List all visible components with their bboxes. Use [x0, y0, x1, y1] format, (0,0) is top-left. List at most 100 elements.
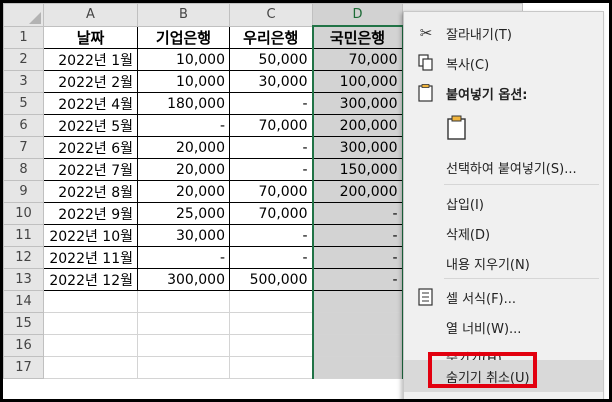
- row-header[interactable]: 7: [3, 136, 44, 159]
- cell[interactable]: [137, 334, 230, 357]
- cell-woori[interactable]: 50,000: [229, 48, 313, 71]
- cell-ibk[interactable]: 20,000: [137, 158, 230, 181]
- menu-item-copy[interactable]: 복사(C): [404, 48, 603, 78]
- cell[interactable]: [43, 290, 138, 313]
- row-header[interactable]: 12: [3, 246, 44, 269]
- menu-item-insert[interactable]: 삽입(I): [404, 188, 603, 218]
- column-header-c[interactable]: C: [229, 3, 313, 27]
- header-cell-woori[interactable]: 우리은행: [229, 25, 313, 49]
- menu-label-insert: 삽입(I): [446, 197, 484, 213]
- cell-date[interactable]: 2022년 5월: [43, 114, 138, 137]
- cell-kookmin[interactable]: 150,000: [311, 158, 404, 181]
- cell[interactable]: [311, 356, 404, 379]
- cell-woori[interactable]: 500,000: [229, 268, 313, 291]
- cell[interactable]: [311, 334, 404, 357]
- cell-ibk[interactable]: -: [137, 114, 230, 137]
- cell[interactable]: [311, 290, 404, 313]
- select-all-corner[interactable]: [3, 3, 44, 27]
- cell[interactable]: [43, 312, 138, 335]
- cell-kookmin[interactable]: 300,000: [311, 136, 404, 159]
- cell-ibk[interactable]: 30,000: [137, 224, 230, 247]
- menu-separator: [444, 184, 599, 185]
- cell-date[interactable]: 2022년 7월: [43, 158, 138, 181]
- cell-ibk[interactable]: 10,000: [137, 70, 230, 93]
- column-header-a[interactable]: A: [43, 3, 138, 27]
- cell[interactable]: [137, 312, 230, 335]
- menu-item-cut[interactable]: ✂ 잘라내기(T): [404, 18, 603, 48]
- cell-kookmin[interactable]: 200,000: [311, 114, 404, 137]
- row-header[interactable]: 16: [3, 334, 44, 357]
- cell-kookmin[interactable]: 300,000: [311, 92, 404, 115]
- row-header[interactable]: 5: [3, 92, 44, 115]
- row-header[interactable]: 11: [3, 224, 44, 247]
- row-header[interactable]: 9: [3, 180, 44, 203]
- menu-label-paste-options: 붙여넣기 옵션:: [446, 87, 528, 103]
- cell-woori[interactable]: -: [229, 224, 313, 247]
- cell-kookmin[interactable]: 200,000: [311, 180, 404, 203]
- cell-kookmin[interactable]: 100,000: [311, 70, 404, 93]
- menu-item-paste-special[interactable]: 선택하여 붙여넣기(S)...: [404, 152, 603, 182]
- header-cell-date[interactable]: 날짜: [43, 25, 138, 49]
- cell-date[interactable]: 2022년 1월: [43, 48, 138, 71]
- header-cell-kookmin[interactable]: 국민은행: [311, 25, 404, 49]
- context-menu: ✂ 잘라내기(T) 복사(C) 붙여넣기 옵션: 선택하여 붙여넣기(S)...…: [403, 11, 604, 399]
- row-header[interactable]: 14: [3, 290, 44, 313]
- cell[interactable]: [137, 290, 230, 313]
- cell-woori[interactable]: -: [229, 246, 313, 269]
- menu-label-column-width: 열 너비(W)...: [446, 321, 522, 337]
- menu-item-clear-contents[interactable]: 내용 지우기(N): [404, 248, 603, 278]
- cell-woori[interactable]: 70,000: [229, 180, 313, 203]
- cell[interactable]: [311, 312, 404, 335]
- cell[interactable]: [43, 356, 138, 379]
- cell-woori[interactable]: 30,000: [229, 70, 313, 93]
- cell-date[interactable]: 2022년 12월: [43, 268, 138, 291]
- menu-item-paste-options: 붙여넣기 옵션:: [404, 78, 603, 108]
- cell-date[interactable]: 2022년 10월: [43, 224, 138, 247]
- row-header[interactable]: 15: [3, 312, 44, 335]
- row-header[interactable]: 6: [3, 114, 44, 137]
- cell-ibk[interactable]: 180,000: [137, 92, 230, 115]
- row-header[interactable]: 2: [3, 48, 44, 71]
- column-header-b[interactable]: B: [137, 3, 230, 27]
- cell[interactable]: [137, 356, 230, 379]
- row-header[interactable]: 17: [3, 356, 44, 379]
- row-header[interactable]: 10: [3, 202, 44, 225]
- menu-item-column-width[interactable]: 열 너비(W)...: [404, 312, 603, 342]
- menu-item-format-cells[interactable]: 셀 서식(F)...: [404, 282, 603, 312]
- row-header[interactable]: 13: [3, 268, 44, 291]
- cell-woori[interactable]: -: [229, 136, 313, 159]
- cell-ibk[interactable]: 10,000: [137, 48, 230, 71]
- cell-date[interactable]: 2022년 9월: [43, 202, 138, 225]
- paste-option-button[interactable]: [404, 110, 603, 146]
- cell-date[interactable]: 2022년 6월: [43, 136, 138, 159]
- cell-date[interactable]: 2022년 4월: [43, 92, 138, 115]
- cell-woori[interactable]: 70,000: [229, 114, 313, 137]
- cell-ibk[interactable]: 20,000: [137, 136, 230, 159]
- cell-date[interactable]: 2022년 2월: [43, 70, 138, 93]
- cell-kookmin[interactable]: -: [311, 246, 404, 269]
- row-header[interactable]: 3: [3, 70, 44, 93]
- cell-kookmin[interactable]: -: [311, 224, 404, 247]
- cell-kookmin[interactable]: 70,000: [311, 48, 404, 71]
- cell-ibk[interactable]: 25,000: [137, 202, 230, 225]
- cell-woori[interactable]: -: [229, 158, 313, 181]
- cell[interactable]: [229, 334, 313, 357]
- cell[interactable]: [229, 356, 313, 379]
- cell-date[interactable]: 2022년 8월: [43, 180, 138, 203]
- cell-woori[interactable]: -: [229, 92, 313, 115]
- cell[interactable]: [229, 290, 313, 313]
- cell-kookmin[interactable]: -: [311, 268, 404, 291]
- column-header-d[interactable]: D: [312, 3, 403, 27]
- row-header[interactable]: 8: [3, 158, 44, 181]
- cell-date[interactable]: 2022년 11월: [43, 246, 138, 269]
- cell-ibk[interactable]: -: [137, 246, 230, 269]
- menu-item-delete[interactable]: 삭제(D): [404, 218, 603, 248]
- header-cell-ibk[interactable]: 기업은행: [137, 25, 230, 49]
- cell[interactable]: [229, 312, 313, 335]
- cell[interactable]: [43, 334, 138, 357]
- cell-ibk[interactable]: 20,000: [137, 180, 230, 203]
- row-header[interactable]: 1: [3, 25, 44, 49]
- cell-ibk[interactable]: 300,000: [137, 268, 230, 291]
- cell-kookmin[interactable]: -: [311, 202, 404, 225]
- cell-woori[interactable]: 70,000: [229, 202, 313, 225]
